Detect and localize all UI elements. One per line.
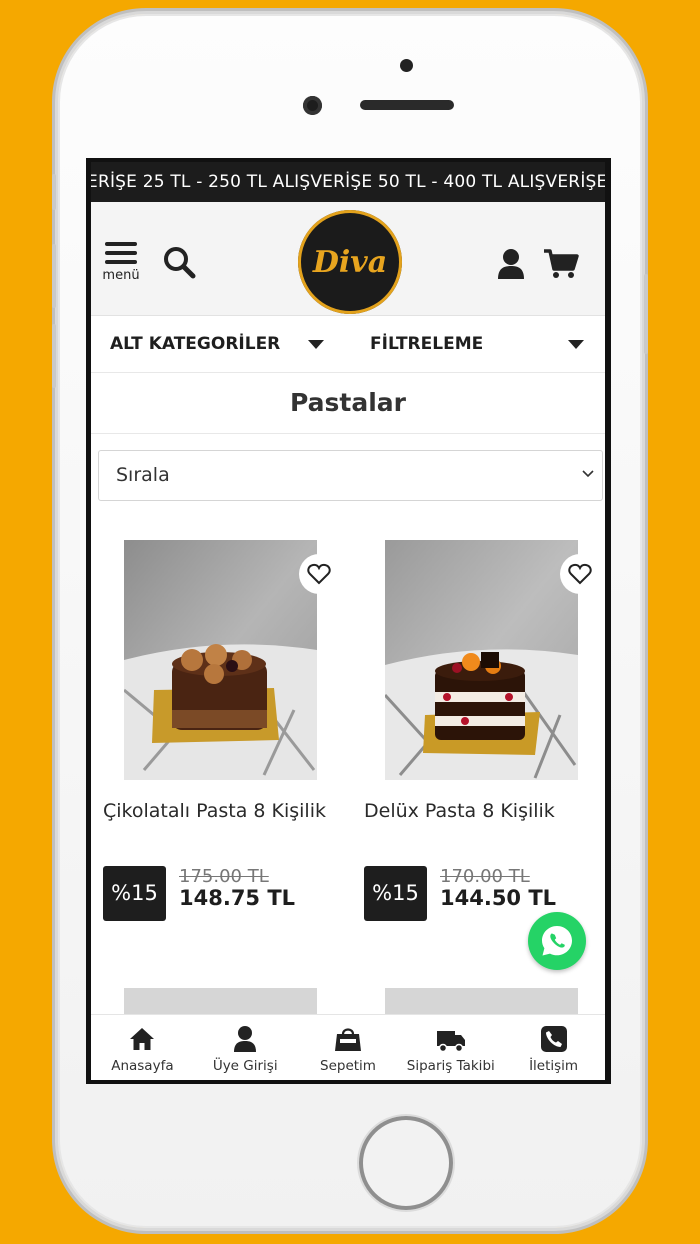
heart-icon <box>307 563 331 585</box>
earpiece-speaker <box>360 100 454 110</box>
new-price: 148.75 TL <box>179 886 296 910</box>
hamburger-icon-bar <box>105 260 137 264</box>
deluxe-cake-image <box>385 540 578 780</box>
new-price: 144.50 TL <box>440 886 557 910</box>
menu-button[interactable]: menü <box>102 242 140 283</box>
whatsapp-button[interactable] <box>528 912 586 970</box>
home-icon <box>130 1028 155 1050</box>
favorite-button[interactable] <box>299 554 339 594</box>
chevron-down-icon <box>582 470 594 478</box>
truck-icon <box>436 1031 465 1053</box>
sort-select[interactable]: Sırala <box>98 450 603 501</box>
subcategories-dropdown[interactable]: ALT KATEGORİLER <box>110 316 280 372</box>
bottom-navigation: Anasayfa Üye Girişi Sepetim Sipariş Taki… <box>91 1014 605 1080</box>
whatsapp-icon <box>542 926 572 956</box>
sort-select-value: Sırala <box>116 464 170 486</box>
home-button[interactable] <box>359 1116 453 1210</box>
chevron-down-icon[interactable] <box>568 340 584 349</box>
nav-label: Anasayfa <box>111 1058 174 1074</box>
discount-badge: %15 <box>364 866 427 921</box>
phone-screen: ERİŞE 25 TL - 250 TL ALIŞVERİŞE 50 TL - … <box>86 158 611 1084</box>
nav-item-order-tracking[interactable]: Sipariş Takibi <box>399 1015 502 1080</box>
discount-badge: %15 <box>103 866 166 921</box>
page-title: Pastalar <box>91 373 605 434</box>
nav-item-cart[interactable]: Sepetim <box>297 1015 400 1080</box>
nav-label: İletişim <box>529 1058 579 1074</box>
mute-switch <box>52 174 56 210</box>
nav-label: Sepetim <box>320 1058 376 1074</box>
hamburger-icon-bar <box>105 251 137 255</box>
nav-item-home[interactable]: Anasayfa <box>91 1015 194 1080</box>
chevron-down-icon[interactable] <box>308 340 324 349</box>
product-name[interactable]: Delüx Pasta 8 Kişilik <box>364 800 555 822</box>
nav-item-login[interactable]: Üye Girişi <box>194 1015 297 1080</box>
favorite-button[interactable] <box>560 554 600 594</box>
phone-icon <box>540 1026 567 1052</box>
filter-label: FİLTRELEME <box>370 334 484 354</box>
nav-label: Üye Girişi <box>212 1058 278 1074</box>
nav-label: Sipariş Takibi <box>406 1058 495 1074</box>
search-icon[interactable] <box>163 246 197 280</box>
account-icon[interactable] <box>496 248 526 280</box>
product-name[interactable]: Çikolatalı Pasta 8 Kişilik <box>103 800 326 822</box>
shopping-bag-icon <box>334 1028 361 1051</box>
power-button <box>644 274 648 354</box>
volume-up-button <box>52 244 56 308</box>
menu-label: menü <box>102 268 140 283</box>
proximity-sensor <box>400 59 413 72</box>
user-icon <box>234 1026 257 1052</box>
filter-dropdown[interactable]: FİLTRELEME <box>370 316 483 372</box>
subcategories-label: ALT KATEGORİLER <box>110 334 281 354</box>
chocolate-cake-image <box>124 540 317 780</box>
heart-icon <box>568 563 592 585</box>
nav-item-contact[interactable]: İletişim <box>502 1015 605 1080</box>
promo-ticker: ERİŞE 25 TL - 250 TL ALIŞVERİŞE 50 TL - … <box>91 162 605 202</box>
volume-down-button <box>52 324 56 388</box>
old-price: 170.00 TL <box>440 866 530 887</box>
site-header: menü Diva <box>91 202 605 316</box>
promo-ticker-text: ERİŞE 25 TL - 250 TL ALIŞVERİŞE 50 TL - … <box>91 172 605 192</box>
old-price: 175.00 TL <box>179 866 269 887</box>
app-content: ERİŞE 25 TL - 250 TL ALIŞVERİŞE 50 TL - … <box>91 162 605 1080</box>
filter-bar: ALT KATEGORİLER FİLTRELEME <box>91 316 605 373</box>
brand-logo[interactable]: Diva <box>298 210 402 314</box>
cart-icon[interactable] <box>543 248 579 280</box>
hamburger-icon <box>105 242 137 246</box>
brand-logo-text: Diva <box>312 244 388 280</box>
front-camera <box>303 96 322 115</box>
product-image[interactable] <box>385 540 578 780</box>
product-image[interactable] <box>124 540 317 780</box>
